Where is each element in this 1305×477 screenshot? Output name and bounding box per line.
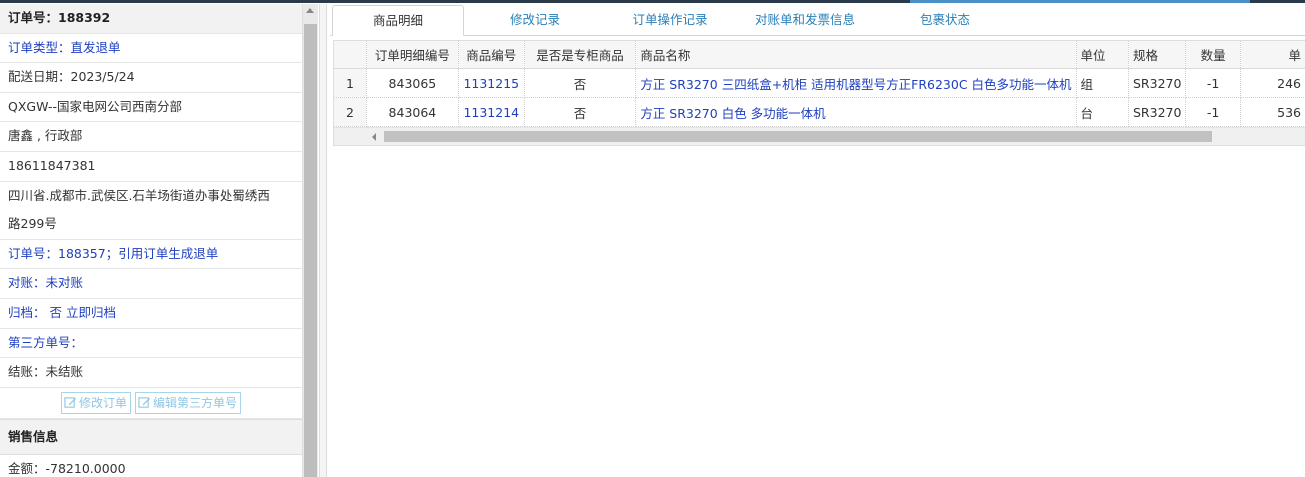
contact-phone: 18611847381 xyxy=(0,152,302,182)
cell-spec: SR3270 xyxy=(1128,68,1187,98)
cell-unit: 组 xyxy=(1076,68,1130,98)
order-number-title: 订单号：188392 xyxy=(0,4,302,34)
edit-third-party-label: 编辑第三方单号 xyxy=(153,395,238,410)
cell-item-id-link[interactable]: 1131215 xyxy=(458,68,525,98)
customer-name: QXGW--国家电网公司西南分部 xyxy=(0,93,302,123)
contact-person: 唐鑫 , 行政部 xyxy=(0,122,302,152)
delivery-date: 配送日期：2023/5/24 xyxy=(0,63,302,93)
cell-product-name-link[interactable]: 方正 SR3270 三四纸盒+机柜 适用机器型号方正FR6230C 白色多功能一… xyxy=(635,68,1077,98)
cell-quantity: -1 xyxy=(1185,97,1241,127)
cell-price: 536 xyxy=(1240,97,1305,127)
settle-label: 结账： xyxy=(8,364,46,380)
reconcile-value: 未对账 xyxy=(45,275,84,291)
cell-spec: SR3270 xyxy=(1128,97,1187,127)
product-detail-grid: 订单明细编号 商品编号 是否是专柜商品 商品名称 单位 规格 数量 单 1 84… xyxy=(333,40,1305,146)
table-header-row: 订单明细编号 商品编号 是否是专柜商品 商品名称 单位 规格 数量 单 xyxy=(334,41,1305,69)
settle-status: 结账：未结账 xyxy=(0,358,302,388)
settle-value: 未结账 xyxy=(45,364,84,380)
address-line-2: 路299号 xyxy=(0,210,302,240)
order-type-label: 订单类型： xyxy=(8,39,71,55)
cell-quantity: -1 xyxy=(1185,68,1241,98)
edit-icon xyxy=(64,397,77,408)
header-quantity[interactable]: 数量 xyxy=(1185,41,1241,69)
grid-horizontal-scrollbar[interactable] xyxy=(334,127,1305,145)
header-row-number xyxy=(334,41,368,69)
sales-info-title: 销售信息 xyxy=(0,418,302,455)
product-table: 订单明细编号 商品编号 是否是专柜商品 商品名称 单位 规格 数量 单 1 84… xyxy=(334,41,1305,127)
tab-change-log[interactable]: 修改记录 xyxy=(480,5,590,34)
horizontal-scrollbar-thumb[interactable] xyxy=(384,131,1212,142)
left-panel-scrollbar[interactable] xyxy=(303,4,318,477)
detail-tabs: 商品明细 修改记录 订单操作记录 对账单和发票信息 包裹状态 xyxy=(330,5,1305,36)
order-type: 订单类型：直发退单 xyxy=(0,34,302,64)
scroll-up-arrow-icon[interactable] xyxy=(306,8,314,13)
cell-detail-id: 843065 xyxy=(366,68,459,98)
edit-third-party-button[interactable]: 编辑第三方单号 xyxy=(135,391,242,414)
address-line-1: 四川省.成都市.武侯区.石羊场街道办事处蜀绣西 xyxy=(8,187,270,203)
panel-splitter[interactable] xyxy=(319,4,327,477)
cell-item-id-link[interactable]: 1131214 xyxy=(458,97,525,127)
edit-order-label: 修改订单 xyxy=(78,395,127,410)
sales-amount: 金额：-78210.0000 xyxy=(0,455,302,477)
top-border xyxy=(0,0,1305,3)
header-counter[interactable]: 是否是专柜商品 xyxy=(524,41,637,69)
row-number: 1 xyxy=(334,68,368,98)
scroll-left-arrow-icon[interactable] xyxy=(372,133,376,141)
archive-now-link[interactable]: 立即归档 xyxy=(66,305,116,320)
edit-order-button[interactable]: 修改订单 xyxy=(60,391,131,414)
header-unit[interactable]: 单位 xyxy=(1076,41,1130,69)
cell-counter: 否 xyxy=(524,97,637,127)
tab-product-details[interactable]: 商品明细 xyxy=(332,5,464,36)
scrollbar-thumb[interactable] xyxy=(304,24,317,477)
archive-value: 否 xyxy=(49,304,63,320)
table-row[interactable]: 1 843065 1131215 否 方正 SR3270 三四纸盒+机柜 适用机… xyxy=(334,68,1305,98)
reconcile-label: 对账： xyxy=(8,275,46,291)
reconcile-status: 对账：未对账 xyxy=(0,269,302,299)
top-accent xyxy=(910,0,1250,3)
archive-status: 归档： 否 立即归档 xyxy=(0,299,302,329)
cell-unit: 台 xyxy=(1076,97,1130,127)
order-info-panel: 订单号：188392 订单类型：直发退单 配送日期：2023/5/24 QXGW… xyxy=(0,4,303,477)
header-detail-id[interactable]: 订单明细编号 xyxy=(366,41,459,69)
header-item-id[interactable]: 商品编号 xyxy=(458,41,525,69)
third-party-number: 第三方单号： xyxy=(0,329,302,359)
reference-order: 订单号：188357；引用订单生成退单 xyxy=(0,240,302,270)
tab-statement-invoice[interactable]: 对账单和发票信息 xyxy=(740,5,870,34)
order-action-buttons: 修改订单 编辑第三方单号 xyxy=(0,388,302,419)
cell-price: 246 xyxy=(1240,68,1305,98)
row-number: 2 xyxy=(334,97,368,127)
cell-product-name-link[interactable]: 方正 SR3270 白色 多功能一体机 xyxy=(635,97,1077,127)
header-price[interactable]: 单 xyxy=(1240,41,1305,69)
cell-detail-id: 843064 xyxy=(366,97,459,127)
header-product-name[interactable]: 商品名称 xyxy=(635,41,1077,69)
tab-package-status[interactable]: 包裹状态 xyxy=(890,5,1000,34)
header-spec[interactable]: 规格 xyxy=(1128,41,1187,69)
order-type-value: 直发退单 xyxy=(70,39,121,55)
tab-operation-log[interactable]: 订单操作记录 xyxy=(610,5,730,34)
archive-label: 归档： xyxy=(8,304,46,320)
table-row[interactable]: 2 843064 1131214 否 方正 SR3270 白色 多功能一体机 台… xyxy=(334,97,1305,127)
cell-counter: 否 xyxy=(524,68,637,98)
edit-icon xyxy=(138,397,151,408)
